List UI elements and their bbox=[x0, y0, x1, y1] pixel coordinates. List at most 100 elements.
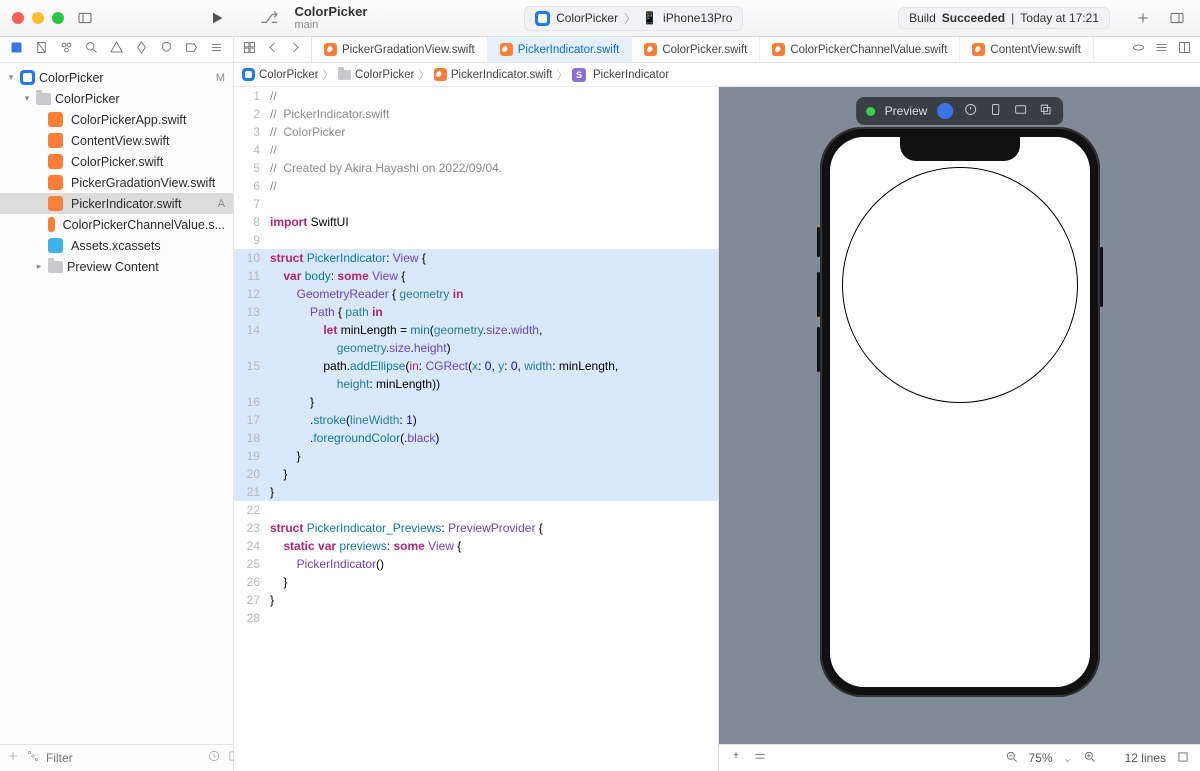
scheme-selector[interactable]: ColorPicker 〉 📱 iPhone13Pro bbox=[524, 6, 743, 31]
navigator-file-row[interactable]: ColorPickerChannelValue.s... bbox=[0, 214, 233, 235]
recent-filter-icon[interactable] bbox=[207, 749, 221, 768]
device-frame bbox=[820, 127, 1100, 697]
app-icon bbox=[20, 70, 35, 85]
status-time: Today at 17:21 bbox=[1020, 11, 1099, 25]
duplicate-preview-icon[interactable] bbox=[1038, 102, 1053, 120]
swift-icon bbox=[48, 133, 63, 148]
branch-icon: ⎇ bbox=[260, 8, 278, 28]
status-word: Succeeded bbox=[942, 11, 1005, 25]
test-navigator-icon[interactable] bbox=[134, 40, 149, 60]
swift-icon bbox=[772, 43, 785, 56]
editor-tab[interactable]: ContentView.swift bbox=[960, 37, 1094, 62]
filter-icon bbox=[26, 749, 40, 768]
scm-badge: M bbox=[216, 72, 225, 84]
jumpbar-folder[interactable]: ColorPicker bbox=[355, 69, 414, 81]
editor-tab[interactable]: ColorPicker.swift bbox=[632, 37, 760, 62]
tab-label: PickerIndicator.swift bbox=[518, 44, 620, 56]
library-button[interactable] bbox=[1166, 7, 1188, 29]
app-icon bbox=[535, 11, 550, 26]
jumpbar-symbol[interactable]: PickerIndicator bbox=[593, 69, 669, 81]
assets-icon bbox=[48, 238, 63, 253]
navigator-selector bbox=[0, 37, 234, 62]
related-items-icon[interactable] bbox=[242, 40, 257, 60]
preview-label: Preview bbox=[885, 104, 928, 118]
editor-tab[interactable]: ColorPickerChannelValue.swift bbox=[760, 37, 960, 62]
project-name: ColorPicker bbox=[294, 5, 367, 19]
swift-icon bbox=[48, 112, 63, 127]
jump-bar[interactable]: ColorPicker 〉 ColorPicker 〉 PickerIndica… bbox=[234, 63, 1200, 87]
symbol-navigator-icon[interactable] bbox=[59, 40, 74, 60]
sidebar-toggle-icon[interactable] bbox=[74, 7, 96, 29]
branch-name: main bbox=[294, 19, 367, 31]
source-editor[interactable]: 1//2// PickerIndicator.swift3// ColorPic… bbox=[234, 87, 718, 771]
navigator-file-row[interactable]: ContentView.swift bbox=[0, 130, 233, 151]
issue-navigator-icon[interactable] bbox=[109, 40, 124, 60]
navigator-folder-row[interactable]: ▾ ColorPicker bbox=[0, 88, 233, 109]
file-label: ColorPickerChannelValue.s... bbox=[63, 218, 225, 232]
find-navigator-icon[interactable] bbox=[84, 40, 99, 60]
plus-button[interactable] bbox=[1132, 7, 1154, 29]
app-icon bbox=[242, 68, 255, 81]
forward-button[interactable] bbox=[288, 40, 303, 60]
debug-navigator-icon[interactable] bbox=[159, 40, 174, 60]
project-navigator-icon[interactable] bbox=[9, 40, 24, 60]
canvas-settings-icon[interactable] bbox=[753, 750, 767, 767]
tab-label: ContentView.swift bbox=[990, 44, 1081, 56]
editor-tab[interactable]: PickerGradationView.swift bbox=[312, 37, 488, 62]
jumpbar-root[interactable]: ColorPicker bbox=[259, 69, 318, 81]
jumpbar-file[interactable]: PickerIndicator.swift bbox=[451, 69, 553, 81]
navigator-assets-row[interactable]: Assets.xcassets bbox=[0, 235, 233, 256]
scheme-name: ColorPicker bbox=[556, 11, 618, 25]
navigator-preview-row[interactable]: ▸ Preview Content bbox=[0, 256, 233, 277]
close-window-button[interactable] bbox=[12, 12, 24, 24]
breakpoint-navigator-icon[interactable] bbox=[184, 40, 199, 60]
swift-icon bbox=[500, 43, 513, 56]
source-control-icon[interactable] bbox=[34, 40, 49, 60]
selectable-mode-icon[interactable] bbox=[937, 103, 953, 119]
filter-input[interactable] bbox=[46, 751, 201, 765]
run-button[interactable] bbox=[206, 7, 228, 29]
zoom-in-icon[interactable] bbox=[1083, 750, 1097, 767]
tab-label: PickerGradationView.swift bbox=[342, 44, 475, 56]
add-editor-icon[interactable] bbox=[1177, 40, 1192, 60]
report-navigator-icon[interactable] bbox=[209, 40, 224, 60]
device-notch bbox=[900, 137, 1020, 161]
review-icon[interactable] bbox=[1131, 40, 1146, 60]
build-status[interactable]: Build Succeeded | Today at 17:21 bbox=[898, 7, 1110, 29]
navigator-file-row[interactable]: PickerIndicator.swiftA bbox=[0, 193, 233, 214]
device-name: iPhone13Pro bbox=[663, 11, 732, 25]
minimize-window-button[interactable] bbox=[32, 12, 44, 24]
pin-preview-icon[interactable] bbox=[729, 750, 743, 767]
add-button[interactable] bbox=[6, 749, 20, 768]
file-label: ContentView.swift bbox=[71, 134, 169, 148]
minimap-toggle-icon[interactable] bbox=[1176, 750, 1190, 767]
navigator-folder-label: ColorPicker bbox=[55, 92, 120, 106]
line-count: 12 lines bbox=[1125, 751, 1166, 765]
zoom-level[interactable]: 75% bbox=[1029, 751, 1053, 765]
rendered-circle bbox=[842, 167, 1078, 403]
tab-bar: PickerGradationView.swift PickerIndicator… bbox=[0, 37, 1200, 63]
filter-bar bbox=[0, 744, 233, 771]
adjust-editor-icon[interactable] bbox=[1154, 40, 1169, 60]
project-info[interactable]: ColorPicker main bbox=[294, 5, 367, 31]
zoom-out-icon[interactable] bbox=[1005, 750, 1019, 767]
swift-icon bbox=[48, 154, 63, 169]
device-settings-icon[interactable] bbox=[988, 102, 1003, 120]
back-button[interactable] bbox=[265, 40, 280, 60]
editor-tab[interactable]: PickerIndicator.swift bbox=[488, 37, 633, 62]
navigator-file-row[interactable]: PickerGradationView.swift bbox=[0, 172, 233, 193]
file-label: ColorPickerApp.swift bbox=[71, 113, 186, 127]
canvas-bottom-bar: 75% ⌄ 12 lines bbox=[719, 744, 1200, 771]
folder-icon bbox=[338, 70, 351, 80]
zoom-window-button[interactable] bbox=[52, 12, 64, 24]
preview-on-device-icon[interactable] bbox=[1013, 102, 1028, 120]
folder-icon bbox=[48, 261, 63, 273]
swift-icon bbox=[324, 43, 337, 56]
swift-icon bbox=[972, 43, 985, 56]
navigator-file-row[interactable]: ColorPicker.swift bbox=[0, 151, 233, 172]
device-screen[interactable] bbox=[830, 137, 1090, 687]
folder-icon bbox=[36, 93, 51, 105]
variants-icon[interactable] bbox=[963, 102, 978, 120]
navigator-file-row[interactable]: ColorPickerApp.swift bbox=[0, 109, 233, 130]
navigator-project-row[interactable]: ▾ ColorPicker M bbox=[0, 67, 233, 88]
